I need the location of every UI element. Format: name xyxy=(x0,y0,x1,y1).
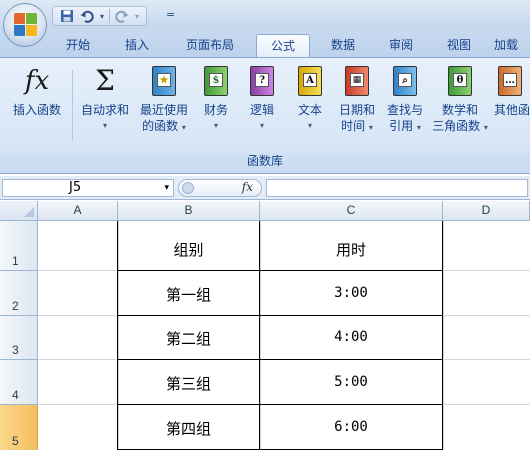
row-header-4[interactable]: 4 xyxy=(0,360,38,405)
office-logo-icon xyxy=(14,13,38,37)
table-border xyxy=(117,270,443,271)
cell-b3[interactable]: 第二组 xyxy=(118,328,259,349)
row-header-3[interactable]: 3 xyxy=(0,316,38,360)
formula-input[interactable] xyxy=(266,179,528,197)
column-header-a[interactable]: A xyxy=(38,201,118,221)
ribbon-formulas: fx 插入函数 Σ 自动求和 ▾ ★ 最近使用 的函数 ▾ $ 财务 ▾ ? 逻… xyxy=(0,57,530,174)
autosum-button[interactable]: Σ 自动求和 ▾ xyxy=(76,64,134,134)
tab-data[interactable]: 数据 xyxy=(318,34,368,58)
more-functions-book-icon: … xyxy=(494,64,526,98)
cell-b1[interactable]: 组别 xyxy=(118,239,259,260)
more-functions-label: 其他函 xyxy=(494,103,530,117)
quick-access-toolbar: ▾ ▾ xyxy=(52,6,147,26)
text-label: 文本 xyxy=(297,103,322,117)
sigma-icon: Σ xyxy=(95,64,115,97)
redo-dropdown-icon[interactable]: ▾ xyxy=(134,8,140,24)
function-library-group-label: 函数库 xyxy=(246,154,283,168)
recently-used-label-1: 最近使用 xyxy=(139,103,188,117)
gridline xyxy=(443,221,444,450)
table-border xyxy=(117,315,443,316)
date-time-label-1: 日期和 xyxy=(338,103,375,117)
logical-label: 逻辑 xyxy=(249,103,274,117)
splitter-handle[interactable] xyxy=(182,182,194,194)
cell-b2[interactable]: 第一组 xyxy=(118,284,259,305)
logical-button[interactable]: ? 逻辑 ▾ xyxy=(244,64,280,134)
text-book-icon: A xyxy=(294,64,326,98)
redo-icon[interactable] xyxy=(114,8,130,24)
customize-qat-icon[interactable]: = xyxy=(166,8,175,21)
cell-b4[interactable]: 第三组 xyxy=(118,373,259,394)
formula-bar: J5 ▾ fx xyxy=(0,176,530,200)
logical-dropdown-icon[interactable]: ▾ xyxy=(244,118,280,134)
text-dropdown-icon[interactable]: ▾ xyxy=(292,118,328,134)
recently-used-label-2: 的函数 ▾ xyxy=(142,119,186,133)
qat-separator xyxy=(109,9,110,23)
ribbon-tabs: 开始 插入 页面布局 公式 数据 审阅 视图 加载 xyxy=(0,30,530,58)
tab-addins[interactable]: 加载 xyxy=(494,34,530,58)
spreadsheet-grid: A B C D 1 2 3 4 5 组别 用时 第一组 3:00 第二组 4:0… xyxy=(0,201,530,450)
logical-book-icon: ? xyxy=(246,64,278,98)
cell-c3[interactable]: 4:00 xyxy=(260,329,442,345)
tab-home[interactable]: 开始 xyxy=(52,34,104,58)
tab-review[interactable]: 审阅 xyxy=(376,34,426,58)
tab-page-layout[interactable]: 页面布局 xyxy=(172,34,248,58)
table-border xyxy=(117,404,443,405)
undo-dropdown-icon[interactable]: ▾ xyxy=(99,8,105,24)
row-header-1[interactable]: 1 xyxy=(0,221,38,271)
column-header-b[interactable]: B xyxy=(118,201,260,221)
cell-b5[interactable]: 第四组 xyxy=(118,418,259,439)
text-button[interactable]: A 文本 ▾ xyxy=(292,64,328,134)
table-border xyxy=(117,359,443,360)
insert-function-fx-icon[interactable]: fx xyxy=(242,180,253,194)
insert-function-label: 插入函数 xyxy=(12,103,61,117)
row-header-2[interactable]: 2 xyxy=(0,271,38,316)
autosum-label: 自动求和 xyxy=(80,103,129,117)
undo-icon[interactable] xyxy=(79,8,95,24)
row-header-5[interactable]: 5 xyxy=(0,405,38,450)
tab-insert[interactable]: 插入 xyxy=(112,34,162,58)
autosum-dropdown-icon[interactable]: ▾ xyxy=(76,118,134,134)
lookup-reference-button[interactable]: ⌕ 查找与 引用 ▾ xyxy=(382,64,428,136)
date-time-label-2: 时间 ▾ xyxy=(341,119,373,133)
recently-used-book-icon: ★ xyxy=(148,64,180,98)
math-trig-button[interactable]: θ 数学和 三角函数 ▾ xyxy=(428,64,492,136)
lookup-reference-book-icon: ⌕ xyxy=(389,64,421,98)
date-time-button[interactable]: ▦ 日期和 时间 ▾ xyxy=(332,64,382,136)
math-trig-book-icon: θ xyxy=(444,64,476,98)
name-box-value: J5 xyxy=(69,180,82,195)
select-all-button[interactable] xyxy=(0,201,38,221)
column-header-d[interactable]: D xyxy=(443,201,530,221)
date-time-book-icon: ▦ xyxy=(341,64,373,98)
cell-c1[interactable]: 用时 xyxy=(260,239,442,260)
financial-button[interactable]: $ 财务 ▾ xyxy=(198,64,234,134)
formula-bar-controls: fx xyxy=(178,179,262,197)
tab-view[interactable]: 视图 xyxy=(434,34,484,58)
name-box-dropdown-icon[interactable]: ▾ xyxy=(164,180,169,196)
math-trig-label-2: 三角函数 ▾ xyxy=(432,119,488,133)
fx-icon: fx xyxy=(24,66,50,96)
table-border xyxy=(442,221,443,450)
cell-c4[interactable]: 5:00 xyxy=(260,374,442,390)
recently-used-button[interactable]: ★ 最近使用 的函数 ▾ xyxy=(136,64,192,136)
lookup-reference-label-2: 引用 ▾ xyxy=(389,119,421,133)
tab-formulas[interactable]: 公式 xyxy=(256,34,310,58)
cell-c2[interactable]: 3:00 xyxy=(260,285,442,301)
cell-c5[interactable]: 6:00 xyxy=(260,419,442,435)
name-box[interactable]: J5 ▾ xyxy=(2,179,174,197)
insert-function-button[interactable]: fx 插入函数 xyxy=(6,64,68,118)
financial-label: 财务 xyxy=(203,103,228,117)
financial-dropdown-icon[interactable]: ▾ xyxy=(198,118,234,134)
more-functions-button[interactable]: … 其他函 xyxy=(494,64,530,118)
math-trig-label-1: 数学和 xyxy=(441,103,478,117)
ribbon-separator xyxy=(72,70,73,140)
save-icon[interactable] xyxy=(59,8,75,24)
lookup-reference-label-1: 查找与 xyxy=(386,103,423,117)
financial-book-icon: $ xyxy=(200,64,232,98)
column-header-c[interactable]: C xyxy=(260,201,443,221)
office-button[interactable] xyxy=(3,3,47,47)
